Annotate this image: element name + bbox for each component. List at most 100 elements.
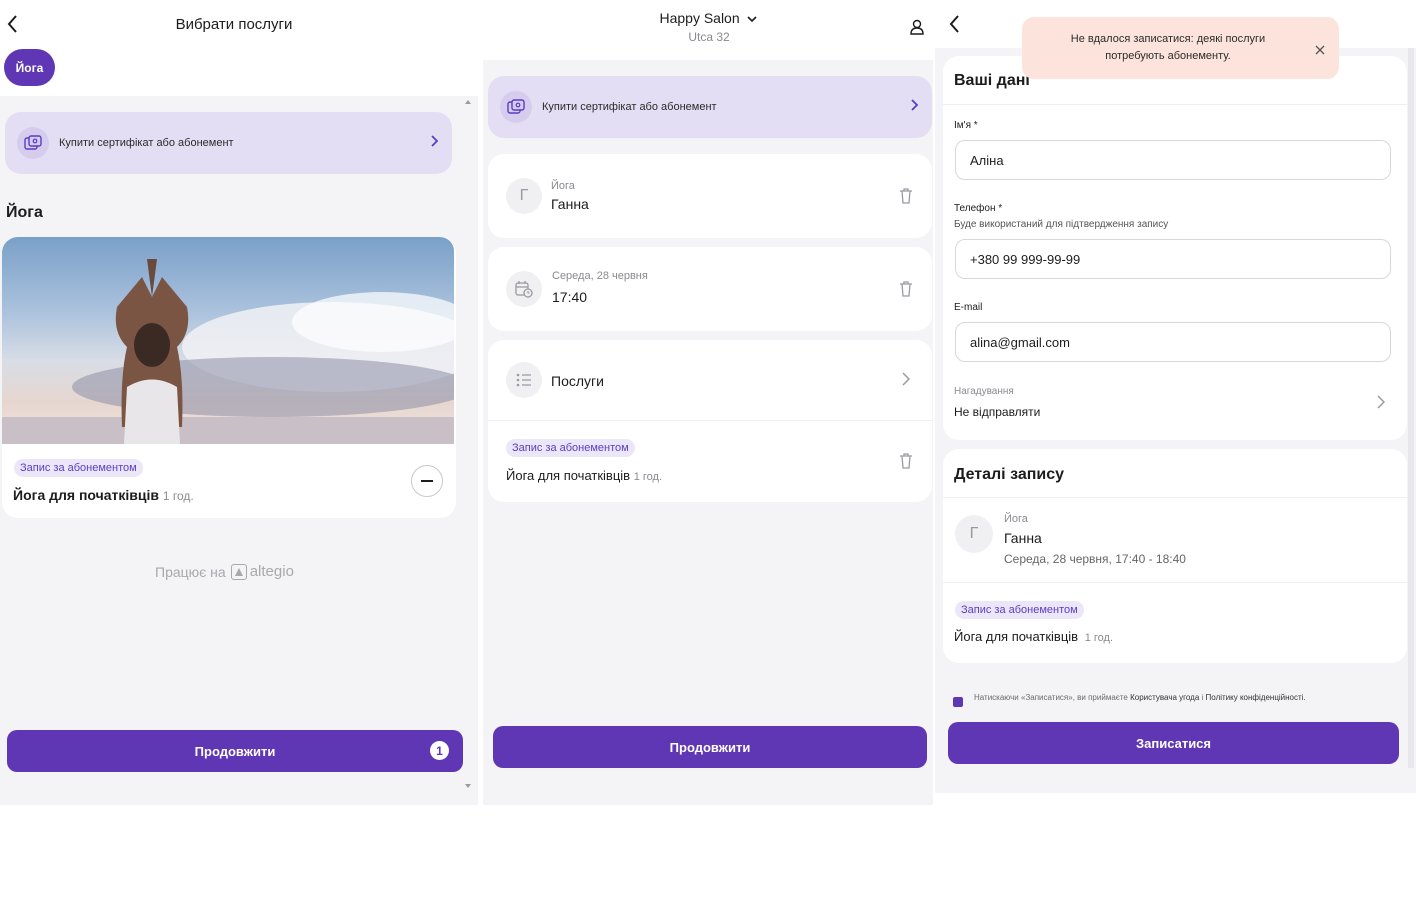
- chevron-right-icon: [910, 98, 919, 116]
- service-card[interactable]: Запис за абонементом Йога для початківці…: [2, 237, 456, 518]
- buy-certificate-banner[interactable]: Купити сертифікат або абонемент: [5, 112, 452, 174]
- service-duration: 1 год.: [162, 489, 194, 503]
- services-label: Послуги: [551, 373, 604, 389]
- staff-category: Йога: [1004, 513, 1028, 525]
- continue-button[interactable]: Продовжити: [493, 726, 927, 768]
- service-title-row: Йога для початківців 1 год.: [13, 487, 194, 503]
- consent-checkbox[interactable]: [953, 697, 963, 707]
- trash-icon[interactable]: [899, 281, 913, 297]
- services-row[interactable]: Послуги: [488, 340, 932, 420]
- scroll-down-arrow-icon[interactable]: [465, 784, 471, 788]
- certificate-icon: [500, 91, 532, 123]
- divider: [943, 497, 1407, 498]
- name-field[interactable]: Аліна: [955, 140, 1391, 180]
- yoga-photo: [2, 237, 454, 444]
- cart-count-badge: 1: [430, 741, 449, 760]
- remove-service-button[interactable]: [411, 465, 443, 497]
- service-duration: 1 год.: [633, 471, 662, 483]
- left-screen: Вибрати послуги Йога Купити сертифікат а…: [0, 0, 478, 805]
- booking-details-card: Деталі запису Г Йога Ганна Середа, 28 че…: [943, 449, 1407, 663]
- category-chip-yoga[interactable]: Йога: [4, 49, 55, 86]
- staff-name: Ганна: [551, 196, 589, 212]
- email-field[interactable]: alina@gmail.com: [955, 322, 1391, 362]
- reminder-label: Нагадування: [954, 386, 1014, 397]
- left-header: [0, 0, 478, 96]
- salon-selector[interactable]: Happy Salon: [483, 10, 933, 26]
- chevron-right-icon: [430, 134, 439, 152]
- submit-button[interactable]: Записатися: [948, 722, 1399, 764]
- subscription-badge: Запис за абонементом: [14, 459, 143, 477]
- service-name: Йога для початківців: [506, 468, 631, 483]
- phone-field[interactable]: +380 99 999-99-99: [955, 239, 1391, 279]
- staff-datetime: Середа, 28 червня, 17:40 - 18:40: [1004, 552, 1186, 566]
- subscription-badge: Запис за абонементом: [506, 439, 635, 457]
- continue-button[interactable]: Продовжити 1: [7, 730, 463, 772]
- divider: [943, 582, 1407, 583]
- promo-label: Купити сертифікат або абонемент: [542, 101, 717, 113]
- privacy-link[interactable]: Політику конфіденційності.: [1206, 693, 1306, 702]
- powered-prefix: Працює на: [155, 563, 226, 580]
- subscription-badge: Запис за абонементом: [955, 601, 1084, 619]
- page-title: Вибрати послуги: [175, 16, 293, 33]
- service-name: Йога для початківців: [13, 487, 159, 503]
- close-icon[interactable]: [1315, 42, 1325, 55]
- trash-icon[interactable]: [899, 453, 913, 469]
- service-title-row: Йога для початківців 1 год.: [954, 629, 1113, 644]
- chevron-right-icon: [902, 372, 911, 391]
- staff-avatar: Г: [506, 178, 542, 214]
- right-screen: Ваші дані Ім'я * Аліна Телефон * Буде ви…: [935, 0, 1416, 793]
- service-duration: 1 год.: [1084, 632, 1113, 644]
- appointment-time: 17:40: [552, 289, 588, 305]
- service-name: Йога для початківців: [954, 629, 1079, 644]
- powered-by: Працює на altegio: [155, 563, 294, 580]
- consent-and: і: [1201, 693, 1204, 702]
- scrollbar-track[interactable]: [1408, 48, 1414, 768]
- promo-label: Купити сертифікат або абонемент: [59, 137, 234, 149]
- terms-link[interactable]: Користувача угода: [1130, 693, 1199, 702]
- phone-label: Телефон *: [954, 203, 1003, 214]
- services-card: Послуги Запис за абонементом Йога для по…: [488, 340, 932, 502]
- chevron-right-icon: [1377, 395, 1386, 414]
- email-label: E-mail: [954, 302, 983, 313]
- scrollbar-track[interactable]: [463, 96, 475, 794]
- salon-name: Happy Salon: [659, 10, 740, 26]
- phone-hint: Буде використаний для підтвердження запи…: [954, 219, 1169, 230]
- submit-label: Записатися: [1135, 735, 1211, 751]
- list-icon: [506, 362, 542, 398]
- salon-address: Utca 32: [688, 30, 730, 44]
- altegio-logo-icon: [230, 563, 247, 580]
- certificate-icon: [17, 127, 49, 159]
- consent-text: Натискаючи «Записатися», ви приймаєте Ко…: [974, 693, 1306, 702]
- buy-certificate-banner[interactable]: Купити сертифікат або абонемент: [488, 76, 932, 138]
- reminder-value: Не відправляти: [954, 405, 1041, 419]
- toast-message: Не вдалося записатися: деякі послуги пот…: [1070, 33, 1266, 62]
- service-title-row: Йога для початківців 1 год.: [506, 468, 662, 483]
- staff-name: Ганна: [1004, 530, 1042, 546]
- powered-brand: altegio: [249, 563, 294, 580]
- continue-label: Продовжити: [194, 743, 276, 759]
- profile-icon[interactable]: [910, 19, 924, 35]
- minus-icon: [421, 480, 433, 482]
- scroll-up-arrow-icon[interactable]: [465, 100, 471, 104]
- your-data-card: Ваші дані Ім'я * Аліна Телефон * Буде ви…: [943, 56, 1407, 440]
- reminder-row[interactable]: Нагадування Не відправляти: [943, 376, 1407, 428]
- name-label: Ім'я *: [954, 120, 978, 131]
- trash-icon[interactable]: [899, 188, 913, 204]
- details-title: Деталі запису: [954, 466, 1065, 483]
- staff-avatar: Г: [955, 515, 993, 553]
- staff-category: Йога: [551, 180, 575, 192]
- divider: [943, 104, 1407, 105]
- error-toast: Не вдалося записатися: деякі послуги пот…: [1022, 17, 1339, 79]
- staff-card[interactable]: Г Йога Ганна: [488, 154, 932, 238]
- back-icon[interactable]: [948, 14, 962, 34]
- appointment-date: Середа, 28 червня: [552, 270, 648, 282]
- middle-screen: Happy Salon Utca 32 Купити сертифікат аб…: [483, 0, 933, 805]
- datetime-card[interactable]: Середа, 28 червня 17:40: [488, 247, 932, 331]
- section-title: Йога: [6, 204, 43, 221]
- your-data-title: Ваші дані: [954, 72, 1030, 89]
- chevron-down-icon: [746, 10, 757, 26]
- divider: [488, 420, 932, 421]
- consent-prefix: Натискаючи «Записатися», ви приймаєте: [974, 693, 1128, 702]
- calendar-clock-icon: [506, 271, 542, 307]
- continue-label: Продовжити: [669, 739, 751, 755]
